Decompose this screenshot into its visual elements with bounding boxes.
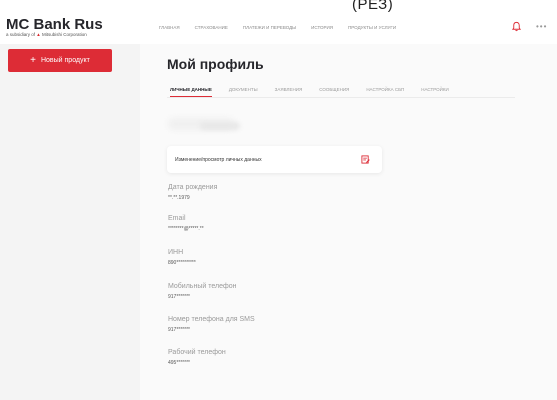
main-nav: ГЛАВНАЯ СТРАХОВАНИЕ ПЛАТЕЖИ И ПЕРЕВОДЫ И… (159, 25, 411, 30)
nav-item-history[interactable]: ИСТОРИЯ (311, 25, 333, 30)
tab-documents[interactable]: ДОКУМЕНТЫ (229, 87, 258, 97)
top-header: (РЕЗ) MC Bank Rus a subsidiary of ▲ Mits… (0, 0, 557, 44)
new-product-button[interactable]: + Новый продукт (8, 49, 112, 72)
nav-item-products[interactable]: ПРОДУКТЫ И УСЛУГИ (348, 25, 396, 30)
tab-settings[interactable]: НАСТРОЙКИ (421, 87, 449, 97)
bank-logo[interactable]: MC Bank Rus (6, 16, 103, 33)
more-icon[interactable]: ••• (536, 22, 547, 31)
logo-subtitle: a subsidiary of ▲ Mitsubishi Corporation (6, 32, 87, 37)
field-value: 917******* (168, 327, 190, 333)
caption-text: (РЕЗ) (352, 0, 394, 13)
page-title: Мой профиль (167, 56, 264, 72)
field-label: Номер телефона для SMS (168, 316, 255, 323)
field-mobile-phone: Мобильный телефон 917******* (168, 283, 237, 300)
field-label: Рабочий телефон (168, 349, 226, 356)
plus-icon: + (30, 55, 36, 66)
field-value: 495******* (168, 360, 190, 366)
tab-applications[interactable]: ЗАЯВЛЕНИЯ (275, 87, 303, 97)
field-inn: ИНН 890********** (168, 249, 196, 266)
field-value: 890********** (168, 260, 196, 266)
field-label: Email (168, 215, 186, 222)
tabs-divider (167, 97, 515, 98)
tab-personal-data[interactable]: ЛИЧНЫЕ ДАННЫЕ (170, 87, 212, 97)
field-email: Email ********@*****.** (168, 215, 204, 232)
sidebar (0, 44, 140, 400)
field-value: 917******* (168, 294, 190, 300)
blurred-user-name-part (200, 122, 240, 130)
field-sms-phone: Номер телефона для SMS 917******* (168, 316, 255, 333)
field-label: Мобильный телефон (168, 283, 237, 290)
edit-document-icon[interactable] (361, 155, 370, 164)
field-label: ИНН (168, 249, 184, 256)
tab-sbp-settings[interactable]: НАСТРОЙКА СБП (366, 87, 404, 97)
nav-item-home[interactable]: ГЛАВНАЯ (159, 25, 180, 30)
field-label: Дата рождения (168, 184, 218, 191)
edit-personal-data-label: Изменение/просмотр личных данных (175, 157, 262, 163)
logo-subtitle-company: Mitsubishi Corporation (40, 32, 87, 37)
profile-tabs: ЛИЧНЫЕ ДАННЫЕ ДОКУМЕНТЫ ЗАЯВЛЕНИЯ СООБЩЕ… (170, 87, 466, 97)
bell-icon[interactable] (511, 21, 522, 32)
field-value: **.**.1979 (168, 195, 190, 201)
field-work-phone: Рабочий телефон 495******* (168, 349, 226, 366)
nav-item-payments[interactable]: ПЛАТЕЖИ И ПЕРЕВОДЫ (243, 25, 296, 30)
tab-messages[interactable]: СООБЩЕНИЯ (319, 87, 349, 97)
edit-personal-data-card[interactable]: Изменение/просмотр личных данных (167, 146, 382, 173)
field-birth-date: Дата рождения **.**.1979 (168, 184, 217, 201)
field-value: ********@*****.** (168, 226, 204, 232)
nav-item-insurance[interactable]: СТРАХОВАНИЕ (195, 25, 228, 30)
logo-subtitle-prefix: a subsidiary of (6, 32, 37, 37)
new-product-label: Новый продукт (40, 57, 90, 64)
